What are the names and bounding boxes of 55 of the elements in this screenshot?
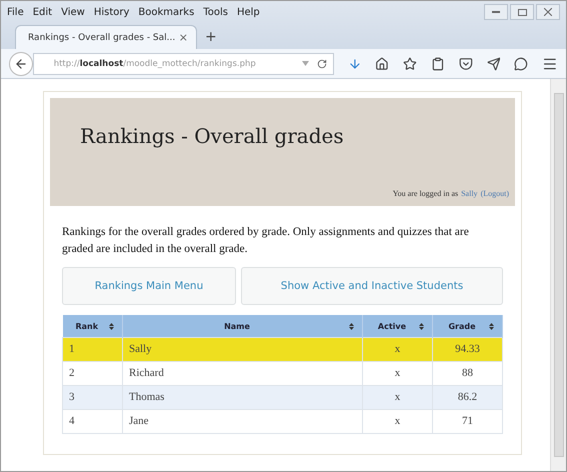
browser-tab[interactable]: Rankings - Overall grades - Sal... ×: [15, 25, 197, 49]
column-header[interactable]: Name: [122, 315, 362, 338]
intro-text: Rankings for the overall grades ordered by grade. Only assignments and quizzes that are graded are included in the overall grade.: [62, 225, 470, 257]
minimize-button[interactable]: [484, 4, 508, 20]
table-cell: 1: [62, 337, 122, 362]
login-text: You are logged in as: [392, 189, 458, 198]
table-cell: x: [362, 361, 432, 386]
table-cell: 86.2: [432, 385, 502, 410]
clipboard-icon[interactable]: [431, 56, 445, 70]
close-button[interactable]: [536, 4, 560, 20]
scrollbar[interactable]: [550, 79, 566, 471]
maximize-icon: [518, 8, 526, 16]
tab-close-button[interactable]: ×: [178, 31, 188, 44]
close-icon: [544, 8, 552, 16]
download-icon[interactable]: [348, 56, 362, 70]
back-button[interactable]: [9, 52, 33, 76]
new-tab-button[interactable]: +: [205, 29, 217, 49]
menu-item[interactable]: Bookmarks: [138, 6, 194, 18]
address-bar[interactable]: http://localhost/moodle_mottech/rankings.php: [32, 52, 334, 74]
page-title: Rankings - Overall grades: [80, 124, 345, 148]
column-header[interactable]: Rank: [62, 315, 122, 338]
table-cell: 88: [432, 361, 502, 386]
sort-icon: [109, 322, 114, 330]
sort-icon: [489, 322, 494, 330]
table-cell: 2: [62, 361, 122, 386]
maximize-button[interactable]: [510, 4, 534, 20]
send-icon[interactable]: [486, 56, 500, 70]
sort-icon: [349, 322, 354, 330]
menu-item[interactable]: Edit: [32, 6, 52, 18]
reload-icon[interactable]: [316, 58, 327, 68]
table-cell: 4: [62, 409, 122, 434]
menu-item[interactable]: File: [7, 6, 24, 18]
column-header[interactable]: Active: [362, 315, 432, 338]
pocket-icon[interactable]: [458, 56, 473, 70]
table-cell: 94.33: [432, 337, 502, 362]
home-icon[interactable]: [375, 56, 390, 70]
star-icon[interactable]: [403, 56, 418, 70]
table-cell: Richard: [122, 361, 362, 386]
menu-item[interactable]: Help: [236, 6, 260, 18]
table-cell: Sally: [122, 337, 362, 362]
table-cell: x: [362, 337, 432, 362]
table-cell: 3: [62, 385, 122, 410]
minimize-icon: [492, 11, 500, 13]
menu-item[interactable]: History: [94, 6, 130, 18]
menu-item[interactable]: View: [61, 6, 85, 18]
table-cell: Thomas: [122, 385, 362, 410]
table-cell: x: [362, 385, 432, 410]
table-cell: 71: [432, 409, 502, 434]
table-cell: x: [362, 409, 432, 434]
column-header[interactable]: Grade: [432, 315, 502, 338]
sort-icon: [419, 322, 424, 330]
table-cell: Jane: [122, 409, 362, 434]
chat-icon[interactable]: [514, 56, 528, 70]
menu-icon[interactable]: [542, 56, 558, 72]
menu-item[interactable]: Tools: [203, 6, 228, 18]
